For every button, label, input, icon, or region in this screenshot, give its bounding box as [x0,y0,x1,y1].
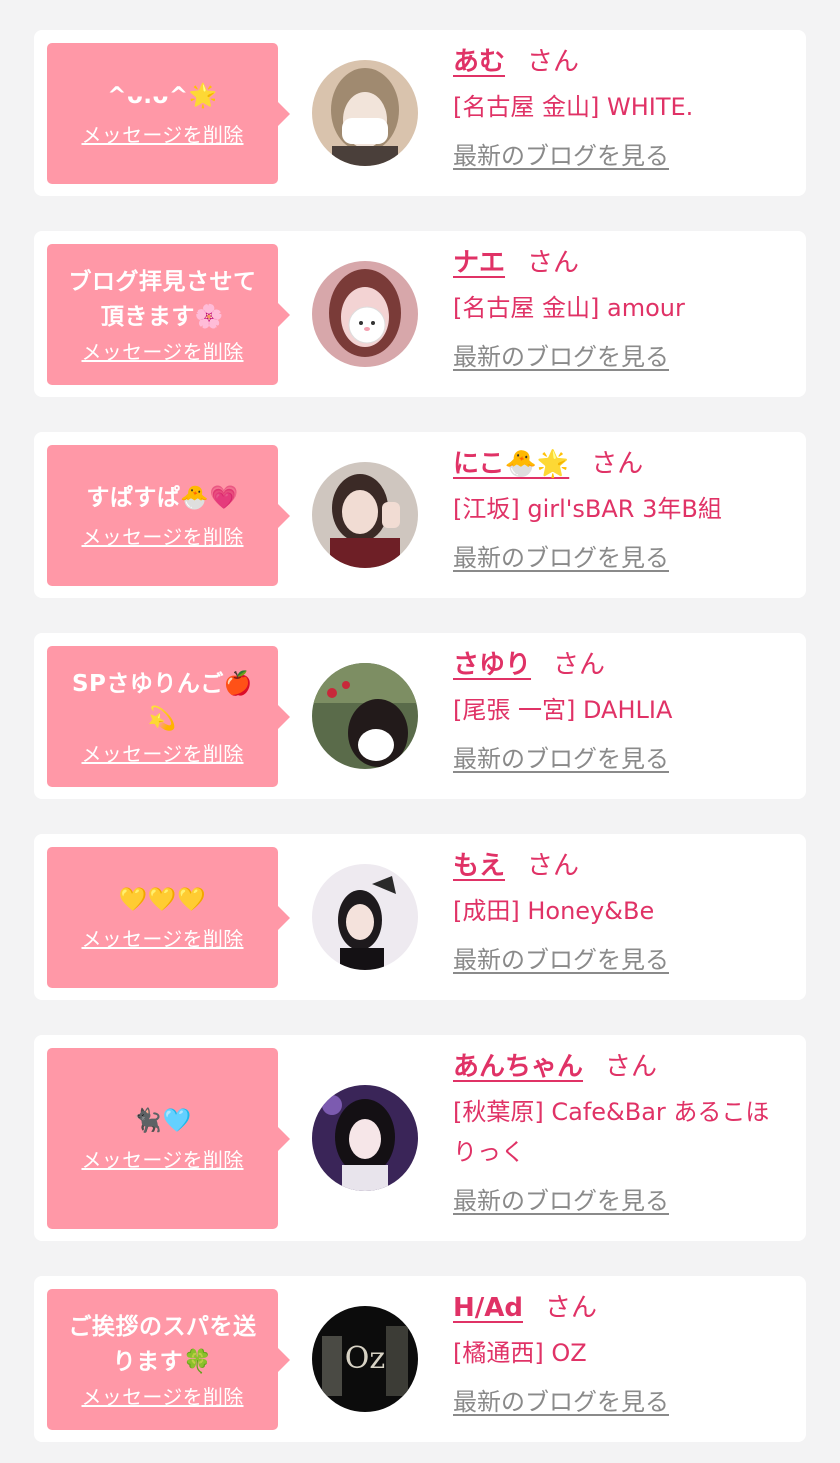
shop-label: [成田] Honey&Be [453,897,655,925]
latest-blog-link[interactable]: 最新のブログを見る [453,742,669,776]
shop-label: [名古屋 金山] WHITE. [453,93,694,121]
avatar[interactable]: Oz [312,1306,418,1412]
message-text: SPさゆりんご🍎💫 [71,670,254,732]
message-text: 🐈‍⬛🩵 [133,1108,192,1134]
delete-message-link[interactable]: メッセージを削除 [82,524,244,550]
avatar-photo-icon [312,1085,418,1191]
profile-name-link[interactable]: あんちゃん [453,1052,583,1082]
shop-label: [江坂] girl'sBAR 3年B組 [453,495,722,523]
svg-text:Oz: Oz [345,1341,385,1376]
message-text: すぱすぱ🐣💗 [86,485,239,511]
delete-message-link[interactable]: メッセージを削除 [82,122,244,148]
profile-name-link[interactable]: にこ🐣🌟 [453,449,569,479]
avatar-photo-icon [312,864,418,970]
delete-message-link[interactable]: メッセージを削除 [82,926,244,952]
honorific: さん [553,650,606,680]
shop-label: [尾張 一宮] DAHLIA [453,696,673,724]
profile-info: あんちゃん さん [秋葉原] Cafe&Bar あるこほりっく 最新のブログを見る [453,1049,793,1218]
message-card: ご挨拶のスパを送ります🍀 メッセージを削除 Oz H/Ad さん [橘通西] OZ… [34,1276,806,1442]
profile-name-link[interactable]: ナエ [453,248,505,278]
honorific: さん [527,851,580,881]
name-row: H/Ad さん [453,1290,793,1326]
honorific: さん [591,449,644,479]
message-bubble: 💛💛💛 メッセージを削除 [47,847,290,988]
name-row: もえ さん [453,848,793,884]
latest-blog-link[interactable]: 最新のブログを見る [453,943,669,977]
message-card: ブログ拝見させて頂きます🌸 メッセージを削除 ナエ さん [名古屋 金山] amo… [34,231,806,397]
avatar-photo-icon: Oz [312,1306,418,1412]
message-card: 💛💛💛 メッセージを削除 もえ さん [成田] Honey&Be 最新のブログを見… [34,834,806,1000]
profile-info: ナエ さん [名古屋 金山] amour 最新のブログを見る [453,245,793,374]
latest-blog-link[interactable]: 最新のブログを見る [453,139,669,173]
avatar-photo-icon [312,462,418,568]
message-bubble: ブログ拝見させて頂きます🌸 メッセージを削除 [47,244,290,385]
message-text: 💛💛💛 [118,887,207,913]
latest-blog-link[interactable]: 最新のブログを見る [453,541,669,575]
avatar[interactable] [312,462,418,568]
avatar-photo-icon [312,663,418,769]
avatar[interactable] [312,261,418,367]
latest-blog-link[interactable]: 最新のブログを見る [453,1184,669,1218]
profile-info: にこ🐣🌟 さん [江坂] girl'sBAR 3年B組 最新のブログを見る [453,446,793,575]
latest-blog-link[interactable]: 最新のブログを見る [453,340,669,374]
shop-label: [秋葉原] Cafe&Bar あるこほりっく [453,1098,770,1166]
delete-message-link[interactable]: メッセージを削除 [82,1384,244,1410]
name-row: あんちゃん さん [453,1049,793,1085]
message-bubble: ご挨拶のスパを送ります🍀 メッセージを削除 [47,1289,290,1430]
message-bubble: SPさゆりんご🍎💫 メッセージを削除 [47,646,290,787]
message-card: ^ᴗ.ᴗ^🌟 メッセージを削除 あむ さん [名古屋 金山] WHITE. 最新の… [34,30,806,196]
honorific: さん [527,248,580,278]
message-text: ご挨拶のスパを送ります🍀 [68,1313,257,1375]
delete-message-link[interactable]: メッセージを削除 [82,741,244,767]
name-row: ナエ さん [453,245,793,281]
delete-message-link[interactable]: メッセージを削除 [82,1147,244,1173]
avatar[interactable] [312,663,418,769]
message-card: すぱすぱ🐣💗 メッセージを削除 にこ🐣🌟 さん [江坂] girl'sBAR 3年… [34,432,806,598]
delete-message-link[interactable]: メッセージを削除 [82,339,244,365]
message-bubble: ^ᴗ.ᴗ^🌟 メッセージを削除 [47,43,290,184]
profile-info: さゆり さん [尾張 一宮] DAHLIA 最新のブログを見る [453,647,793,776]
shop-label: [橘通西] OZ [453,1339,587,1367]
honorific: さん [527,47,580,77]
shop-label: [名古屋 金山] amour [453,294,685,322]
profile-name-link[interactable]: さゆり [453,650,531,680]
message-text: ^ᴗ.ᴗ^🌟 [107,83,218,109]
honorific: さん [545,1293,598,1323]
honorific: さん [605,1052,658,1082]
profile-info: H/Ad さん [橘通西] OZ 最新のブログを見る [453,1290,793,1419]
profile-info: もえ さん [成田] Honey&Be 最新のブログを見る [453,848,793,977]
profile-name-link[interactable]: H/Ad [453,1293,523,1323]
avatar[interactable] [312,60,418,166]
profile-info: あむ さん [名古屋 金山] WHITE. 最新のブログを見る [453,44,793,173]
message-text: ブログ拝見させて頂きます🌸 [68,268,257,330]
avatar-photo-icon [312,261,418,367]
latest-blog-link[interactable]: 最新のブログを見る [453,1385,669,1419]
name-row: にこ🐣🌟 さん [453,446,793,482]
avatar[interactable] [312,864,418,970]
message-bubble: すぱすぱ🐣💗 メッセージを削除 [47,445,290,586]
message-card: 🐈‍⬛🩵 メッセージを削除 あんちゃん さん [秋葉原] Cafe&Bar あるこ… [34,1035,806,1241]
name-row: あむ さん [453,44,793,80]
profile-name-link[interactable]: あむ [453,47,505,77]
message-bubble: 🐈‍⬛🩵 メッセージを削除 [47,1048,290,1229]
avatar-photo-icon [312,60,418,166]
avatar[interactable] [312,1085,418,1191]
profile-name-link[interactable]: もえ [453,851,505,881]
message-card: SPさゆりんご🍎💫 メッセージを削除 さゆり さん [尾張 一宮] DAHLIA … [34,633,806,799]
name-row: さゆり さん [453,647,793,683]
